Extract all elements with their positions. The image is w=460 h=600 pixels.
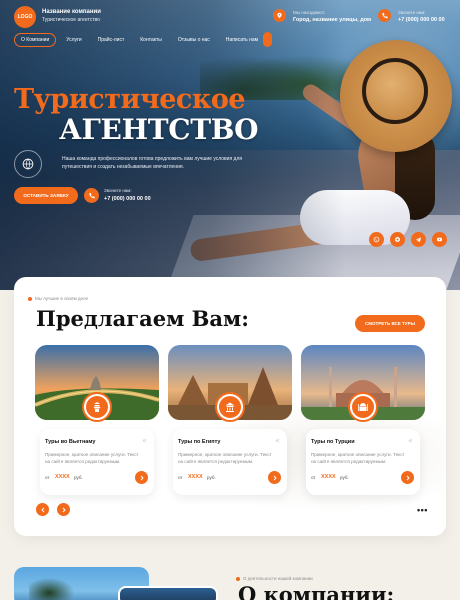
youtube-icon[interactable] [432, 232, 447, 247]
mosque-emblem [348, 392, 378, 422]
tour-card-body: Туры по Турции « Примерное, краткое опис… [306, 429, 420, 495]
tour-price: XXXX [188, 474, 203, 480]
globe-badge [14, 150, 42, 178]
pagoda-emblem [82, 392, 112, 422]
phone-icon [378, 9, 391, 22]
offer-title: Предлагаем Вам: [36, 306, 250, 331]
quote-icon: « [275, 436, 280, 445]
tour-card-vietnam[interactable]: Туры во Вьетнаму « Примерное, краткое оп… [35, 345, 159, 495]
tour-title: Туры по Египту [178, 439, 221, 445]
tour-title: Туры по Турции [311, 439, 355, 445]
price-from: от [45, 475, 50, 480]
about-title: О компании: [238, 582, 395, 600]
see-all-tours-button[interactable]: СМОТРЕТЬ ВСЕ ТУРЫ [355, 315, 425, 332]
tour-card-body: Туры по Египту « Примерное, краткое опис… [173, 429, 287, 495]
quote-icon: « [142, 436, 147, 445]
tour-description: Примерное, краткое описание услуги. Текс… [45, 452, 139, 464]
nav-item-contacts[interactable]: Контакты [134, 34, 168, 46]
quote-icon: « [408, 436, 413, 445]
price-currency: руб. [74, 475, 83, 480]
nav-item-prices[interactable]: Прайс-лист [92, 34, 131, 46]
mosque-icon [358, 403, 368, 411]
leave-request-button[interactable]: ОСТАВИТЬ ЗАЯВКУ [14, 187, 78, 204]
viber-icon[interactable] [390, 232, 405, 247]
nav-item-write[interactable]: Написать нам [220, 34, 264, 46]
price-currency: руб. [340, 475, 349, 480]
next-slide-button[interactable] [57, 503, 70, 516]
tour-card-egypt[interactable]: Туры по Египту « Примерное, краткое опис… [168, 345, 292, 495]
eyebrow-dot [28, 297, 32, 301]
hero-phone-number[interactable]: +7 (000) 000 00 00 [104, 196, 151, 202]
temple-emblem [215, 392, 245, 422]
phone-label: Звоните нам: [398, 10, 426, 15]
location-icon [273, 9, 286, 22]
offer-eyebrow: Мы лучшие в своём деле [35, 296, 89, 301]
temple-icon [225, 402, 235, 412]
company-name: Название компании [42, 9, 101, 15]
more-dots[interactable]: ••• [417, 506, 428, 515]
phone-value[interactable]: +7 (000) 000 00 00 [398, 17, 445, 23]
telegram-icon[interactable] [411, 232, 426, 247]
price-currency: руб. [207, 475, 216, 480]
tour-title: Туры во Вьетнаму [45, 439, 96, 445]
nav-more-button[interactable] [263, 32, 272, 47]
tour-card-turkey[interactable]: Туры по Турции « Примерное, краткое опис… [301, 345, 425, 495]
hero-phone-icon[interactable] [84, 188, 99, 203]
eyebrow-dot [236, 577, 240, 581]
about-image-secondary [118, 586, 218, 600]
address-value: Город, название улицы, дом [293, 17, 372, 23]
tour-card-body: Туры во Вьетнаму « Примерное, краткое оп… [40, 429, 154, 495]
hero-phone-label: Звоните нам: [104, 188, 132, 193]
tour-price: XXXX [321, 474, 336, 480]
address-label: Мы находимся: [293, 10, 325, 15]
arrow-right-icon[interactable] [135, 471, 148, 484]
price-from: от [311, 475, 316, 480]
tour-description: Примерное, краткое описание услуги. Текс… [178, 452, 272, 464]
about-eyebrow: О деятельности нашей компании [243, 576, 313, 581]
hero-description: Наша команда профессионалов готова предл… [62, 156, 243, 170]
hero-title-line1: Туристическое [14, 84, 246, 115]
nav-item-services[interactable]: Услуги [60, 34, 87, 46]
hero-title-line2: АГЕНТСТВО [59, 113, 259, 146]
pagoda-icon [93, 402, 101, 412]
company-subtitle: Туристическое агентство [42, 17, 100, 23]
palm-tree [29, 575, 79, 600]
nav-item-company[interactable]: О Компании [14, 32, 57, 47]
arrow-right-icon[interactable] [401, 471, 414, 484]
arrow-right-icon[interactable] [268, 471, 281, 484]
price-from: от [178, 475, 183, 480]
main-nav: О Компании Услуги Прайс-лист Контакты От… [14, 32, 264, 47]
whatsapp-icon[interactable] [369, 232, 384, 247]
tour-price: XXXX [55, 474, 70, 480]
prev-slide-button[interactable] [36, 503, 49, 516]
hero-banner: LOGO Название компании Туристическое аге… [0, 0, 460, 290]
nav-item-reviews[interactable]: Отзывы о нас [172, 34, 216, 46]
globe-icon [22, 158, 34, 170]
tour-description: Примерное, краткое описание услуги. Текс… [311, 452, 405, 464]
logo[interactable]: LOGO [14, 6, 36, 28]
offer-section: Мы лучшие в своём деле Предлагаем Вам: С… [14, 277, 446, 536]
